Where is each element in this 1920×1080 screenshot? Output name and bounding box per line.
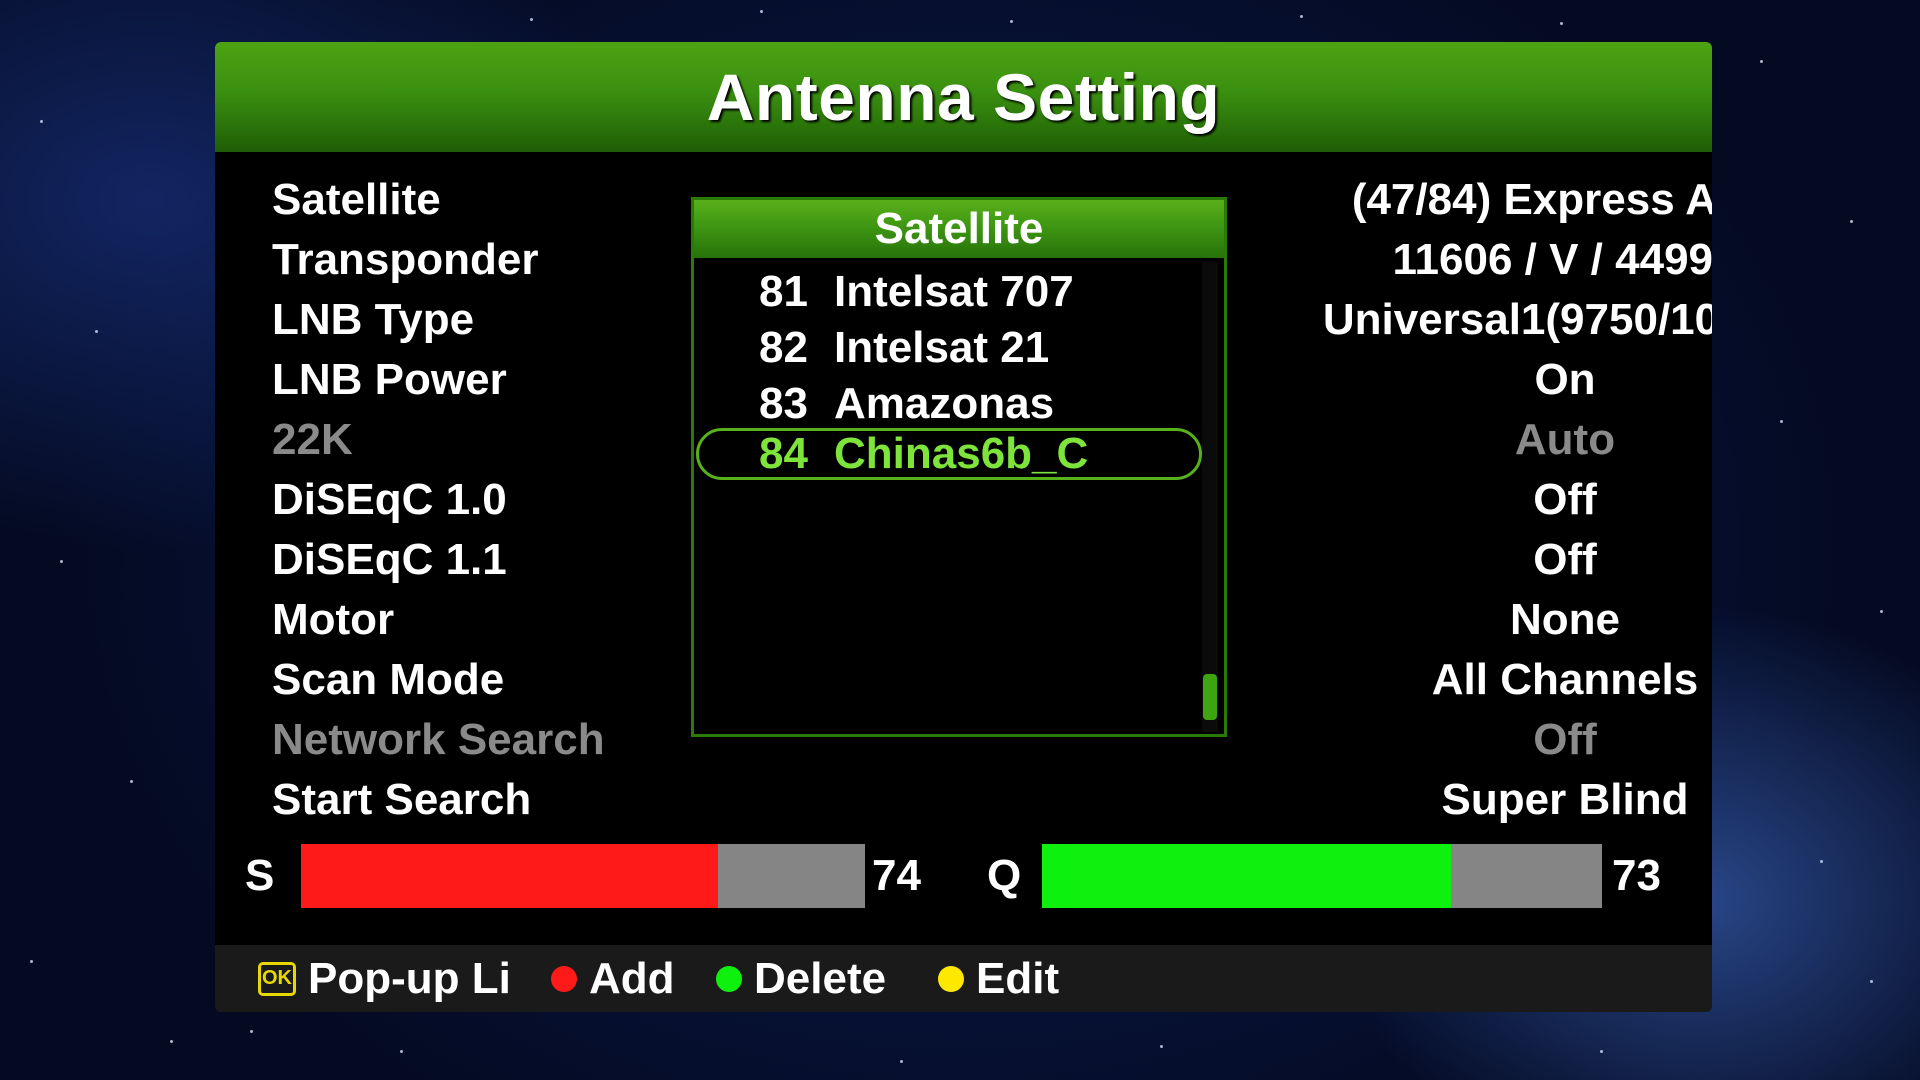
footer-popup-label: Pop-up Li <box>308 953 511 1003</box>
signal-strength-bar <box>301 844 865 908</box>
setting-label: LNB Type <box>272 295 475 344</box>
footer-delete-label: Delete <box>754 953 887 1003</box>
setting-label: DiSEqC 1.1 <box>272 535 507 584</box>
footer-add-label: Add <box>589 953 675 1003</box>
setting-label: Start Search <box>272 775 532 824</box>
antenna-setting-panel: Antenna Setting Satellite (47/84) Expres… <box>215 42 1712 1012</box>
setting-label: Network Search <box>272 715 605 764</box>
signal-quality-label: Q <box>987 851 1022 900</box>
footer-edit-hint[interactable]: Edit <box>938 945 1059 1012</box>
satellite-list-item[interactable]: 83 Amazonas <box>694 376 1204 432</box>
setting-value: Super Blind <box>1441 775 1689 824</box>
setting-label: Scan Mode <box>272 655 505 704</box>
setting-label: DiSEqC 1.0 <box>272 475 507 524</box>
footer-edit-label: Edit <box>976 953 1060 1003</box>
red-key-icon <box>551 965 577 992</box>
satellite-popup-list[interactable]: Satellite 81 Intelsat 707 82 Intelsat 21… <box>691 197 1227 737</box>
footer-help-bar: OK Pop-up Li Add Delete Edit <box>215 945 1712 1012</box>
satellite-list-item[interactable]: 82 Intelsat 21 <box>694 320 1204 376</box>
satellite-name: Intelsat 707 <box>834 267 1074 316</box>
setting-value: Off <box>1533 535 1597 584</box>
satellite-name: Amazonas <box>834 379 1055 428</box>
signal-strength-value: 74 <box>872 851 921 900</box>
satellite-number: 84 <box>759 429 808 478</box>
signal-strength-label: S <box>245 851 275 900</box>
setting-value: (47/84) Express AM2 <box>1351 175 1712 224</box>
setting-value: 11606 / V / 44999 <box>1392 235 1713 284</box>
setting-label: Transponder <box>272 235 539 284</box>
satellite-name: Chinas6b_C <box>834 429 1089 478</box>
setting-value: Universal1(9750/10600) <box>1322 295 1712 344</box>
signal-quality-value: 73 <box>1612 851 1661 900</box>
setting-label: Satellite <box>272 175 441 224</box>
popup-title: Satellite <box>694 200 1224 258</box>
green-key-icon <box>716 965 742 992</box>
page-title: Antenna Setting <box>706 60 1221 134</box>
signal-quality-meter: Q 73 <box>987 844 1687 908</box>
setting-value: Auto <box>1514 415 1616 464</box>
setting-value: All Channels <box>1431 655 1699 704</box>
footer-delete-hint[interactable]: Delete <box>716 945 886 1012</box>
setting-label: 22K <box>272 415 353 464</box>
popup-scrollbar[interactable] <box>1202 262 1218 732</box>
setting-value: On <box>1534 355 1596 404</box>
signal-strength-fill <box>301 844 719 908</box>
signal-quality-fill <box>1042 844 1451 908</box>
setting-label: LNB Power <box>272 355 507 404</box>
footer-popup-hint[interactable]: OK Pop-up Li <box>258 945 511 1012</box>
satellite-number: 82 <box>759 323 808 372</box>
setting-value: Off <box>1533 475 1597 524</box>
setting-value: Off <box>1533 715 1597 764</box>
satellite-number: 83 <box>759 379 808 428</box>
header-bar: Antenna Setting <box>215 42 1712 152</box>
ok-key-icon: OK <box>258 961 296 996</box>
satellite-list-item[interactable]: 81 Intelsat 707 <box>694 264 1204 320</box>
signal-quality-bar <box>1042 844 1602 908</box>
setting-row-start-search[interactable]: Start Search Super Blind <box>215 770 1712 830</box>
satellite-number: 81 <box>759 267 808 316</box>
yellow-key-icon <box>938 965 964 992</box>
setting-value: None <box>1510 595 1620 644</box>
footer-add-hint[interactable]: Add <box>551 945 675 1012</box>
popup-scrollbar-thumb[interactable] <box>1203 674 1217 720</box>
satellite-list-item-selected[interactable]: 84 Chinas6b_C <box>694 426 1204 482</box>
satellite-name: Intelsat 21 <box>834 323 1050 372</box>
setting-label: Motor <box>272 595 395 644</box>
